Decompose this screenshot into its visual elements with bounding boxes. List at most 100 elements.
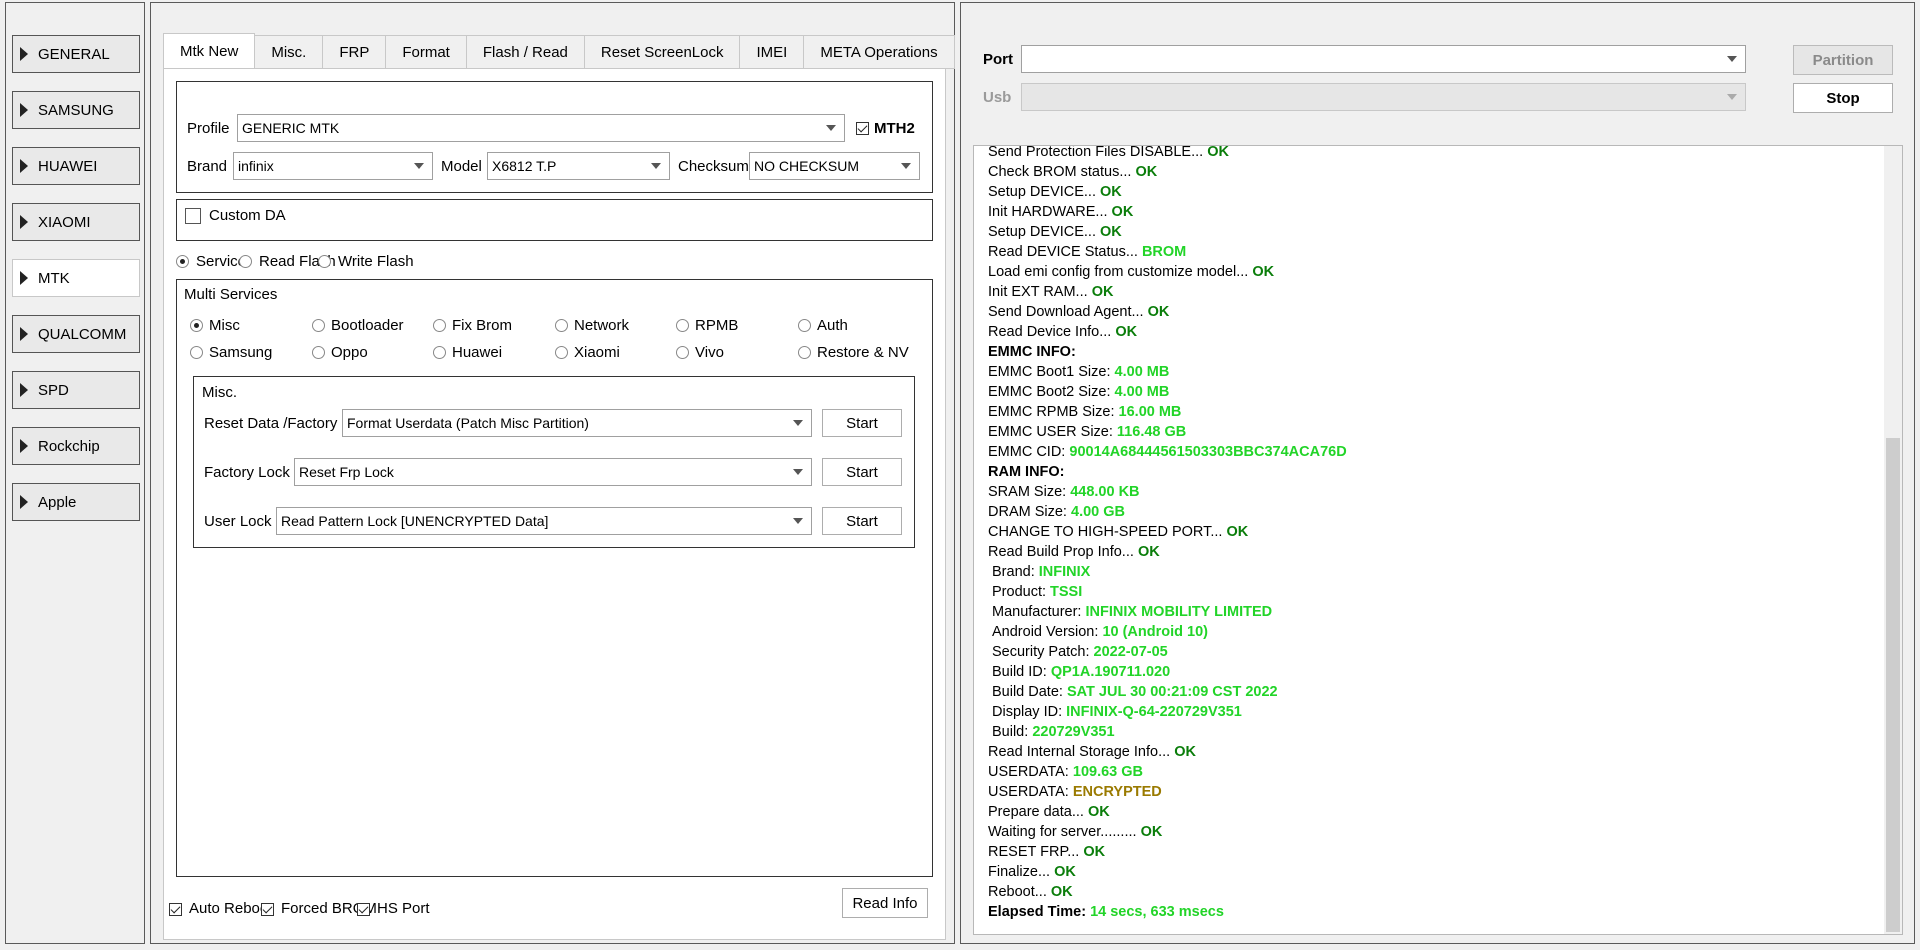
usb-select[interactable]: [1021, 83, 1746, 111]
user-lock-start-button[interactable]: Start: [822, 507, 902, 535]
stop-button[interactable]: Stop: [1793, 83, 1893, 113]
tab-format[interactable]: Format: [386, 35, 467, 69]
sidebar-item-qualcomm[interactable]: QUALCOMM: [12, 315, 140, 353]
tab-reset-screenlock[interactable]: Reset ScreenLock: [584, 35, 741, 69]
profile-label: Profile: [187, 120, 230, 137]
service-vivo-radio[interactable]: [676, 346, 689, 359]
log-line: Product: TSSI: [988, 582, 1880, 602]
chevron-down-icon: [901, 163, 911, 169]
service-rpmb-radio[interactable]: [676, 319, 689, 332]
service-bootloader-radio[interactable]: [312, 319, 325, 332]
sidebar-item-mtk[interactable]: MTK: [12, 259, 140, 297]
service-option-label: Vivo: [695, 344, 724, 361]
sidebar-item-label: Apple: [38, 493, 77, 511]
factory-lock-select[interactable]: Reset Frp Lock: [294, 458, 812, 486]
hs-port-checkbox[interactable]: [357, 903, 370, 916]
checksum-label: Checksum: [678, 158, 749, 175]
log-line-status: OK: [1147, 304, 1170, 320]
sidebar-item-apple[interactable]: Apple: [12, 483, 140, 521]
expand-arrow-icon: [20, 327, 28, 341]
service-auth-radio[interactable]: [798, 319, 811, 332]
model-select[interactable]: X6812 T.P: [487, 152, 670, 180]
service-network-radio[interactable]: [555, 319, 568, 332]
log-line-text: Init EXT RAM...: [988, 284, 1088, 300]
log-line: Build Date: SAT JUL 30 00:21:09 CST 2022: [988, 682, 1880, 702]
tab-imei[interactable]: IMEI: [740, 35, 805, 69]
port-select[interactable]: [1021, 45, 1746, 73]
forced-brom-checkbox[interactable]: [261, 903, 274, 916]
log-line-status: 16.00 MB: [1118, 404, 1182, 420]
log-line-status: INFINIX: [1038, 564, 1091, 580]
chevron-down-icon: [1727, 94, 1737, 100]
log-line-text: Elapsed Time:: [988, 904, 1087, 920]
log-line-status: OK: [1091, 284, 1114, 300]
tab-misc[interactable]: Misc.: [255, 35, 324, 69]
log-line-status: OK: [1207, 145, 1229, 160]
tab-frp[interactable]: FRP: [323, 35, 387, 69]
profile-value: GENERIC MTK: [242, 120, 340, 136]
tab-content: Profile GENERIC MTK MTH2 Brand infinix M…: [163, 68, 946, 940]
log-line-status: SAT JUL 30 00:21:09 CST 2022: [1066, 684, 1278, 700]
log-scrollbar[interactable]: [1884, 146, 1902, 934]
tab-meta-operations[interactable]: META Operations: [804, 35, 955, 69]
multi-services-title: Multi Services: [184, 286, 278, 303]
brand-select[interactable]: infinix: [233, 152, 433, 180]
reset-data-start-button[interactable]: Start: [822, 409, 902, 437]
sidebar-item-xiaomi[interactable]: XIAOMI: [12, 203, 140, 241]
log-line: Waiting for server......... OK: [988, 822, 1880, 842]
log-line: USERDATA: ENCRYPTED: [988, 782, 1880, 802]
mode-service-radio[interactable]: [176, 255, 189, 268]
mode-read-flash-radio[interactable]: [239, 255, 252, 268]
service-misc-radio[interactable]: [190, 319, 203, 332]
chevron-down-icon: [793, 469, 803, 475]
service-huawei-radio[interactable]: [433, 346, 446, 359]
expand-arrow-icon: [20, 47, 28, 61]
read-info-button[interactable]: Read Info: [842, 888, 928, 918]
log-line-text: Reboot...: [988, 884, 1047, 900]
service-oppo-radio[interactable]: [312, 346, 325, 359]
service-samsung-radio[interactable]: [190, 346, 203, 359]
log-line-text: Setup DEVICE...: [988, 224, 1096, 240]
log-scrollbar-thumb[interactable]: [1886, 438, 1900, 932]
log-line-text: Check BROM status...: [988, 164, 1132, 180]
mode-write-flash-radio[interactable]: [318, 255, 331, 268]
mode-write-flash-label: Write Flash: [338, 253, 414, 270]
sidebar-item-samsung[interactable]: SAMSUNG: [12, 91, 140, 129]
tab-bar: Mtk New Misc. FRP Format Flash / Read Re…: [163, 33, 955, 69]
log-line: Brand: INFINIX: [988, 562, 1880, 582]
chevron-down-icon: [793, 518, 803, 524]
factory-lock-start-button[interactable]: Start: [822, 458, 902, 486]
log-line-status: OK: [1226, 524, 1249, 540]
chevron-down-icon: [651, 163, 661, 169]
expand-arrow-icon: [20, 103, 28, 117]
sidebar-item-rockchip[interactable]: Rockchip: [12, 427, 140, 465]
checksum-select[interactable]: NO CHECKSUM: [749, 152, 920, 180]
tab-flash-read[interactable]: Flash / Read: [466, 35, 585, 69]
user-lock-select[interactable]: Read Pattern Lock [UNENCRYPTED Data]: [276, 507, 812, 535]
service-restore-nv-radio[interactable]: [798, 346, 811, 359]
auto-reboot-checkbox[interactable]: [169, 903, 182, 916]
sidebar-item-spd[interactable]: SPD: [12, 371, 140, 409]
log-line-text: Finalize...: [988, 864, 1051, 880]
custom-da-checkbox[interactable]: [185, 208, 201, 224]
service-fix-brom-radio[interactable]: [433, 319, 446, 332]
reset-data-select[interactable]: Format Userdata (Patch Misc Partition): [342, 409, 812, 437]
log-line-status: OK: [1140, 824, 1163, 840]
log-output[interactable]: Send Protection Files DISABLE... OK Check…: [973, 145, 1903, 935]
log-line-status: OK: [1135, 164, 1158, 180]
log-line-status: 10 (Android 10): [1102, 624, 1208, 640]
sidebar-item-huawei[interactable]: HUAWEI: [12, 147, 140, 185]
brand-value: infinix: [238, 158, 274, 174]
profile-select[interactable]: GENERIC MTK: [237, 114, 845, 142]
hs-port-label: HS Port: [377, 900, 430, 917]
service-xiaomi-radio[interactable]: [555, 346, 568, 359]
tab-mtk-new[interactable]: Mtk New: [163, 33, 256, 69]
sidebar-item-general[interactable]: GENERAL: [12, 35, 140, 73]
log-line-text: Android Version:: [992, 624, 1099, 640]
expand-arrow-icon: [20, 439, 28, 453]
expand-arrow-icon: [20, 159, 28, 173]
partition-button[interactable]: Partition: [1793, 45, 1893, 75]
chevron-down-icon: [414, 163, 424, 169]
log-line: Send Download Agent... OK: [988, 302, 1880, 322]
mth2-checkbox[interactable]: [856, 122, 869, 135]
